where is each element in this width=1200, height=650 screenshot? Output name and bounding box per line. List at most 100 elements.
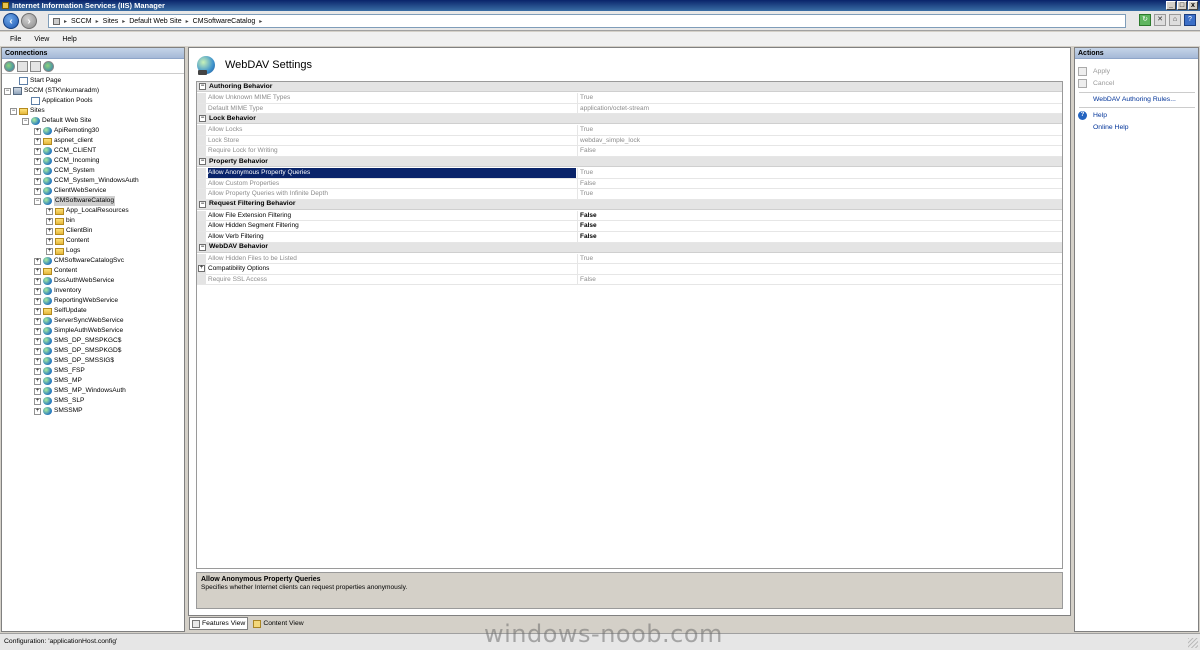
grid-row[interactable]: Allow Custom Properties False [197, 178, 1062, 190]
expand-icon[interactable]: + [34, 187, 41, 195]
expand-icon[interactable]: + [34, 347, 41, 355]
expand-icon[interactable]: + [46, 227, 53, 235]
menu-file[interactable]: File [10, 36, 21, 43]
tree-node[interactable]: + SelfUpdate [34, 306, 87, 316]
breadcrumb-default-web-site[interactable]: Default Web Site [129, 18, 181, 25]
property-value[interactable]: True [577, 168, 1062, 178]
tree-node[interactable]: + ApiRemoting30 [34, 126, 99, 136]
tree-node[interactable]: + DssAuthWebService [34, 276, 114, 286]
minimize-button[interactable]: _ [1166, 1, 1176, 10]
tree-node[interactable]: Application Pools [22, 96, 93, 106]
grid-category[interactable]: − Authoring Behavior [197, 82, 1062, 92]
grid-row[interactable]: Lock Store webdav_simple_lock [197, 135, 1062, 147]
expand-icon[interactable]: + [34, 367, 41, 375]
back-arrow-icon[interactable]: ‹ [3, 13, 19, 29]
expand-icon[interactable]: + [34, 147, 41, 155]
menu-view[interactable]: View [34, 36, 49, 43]
webdav-authoring-rules-link[interactable]: WebDAV Authoring Rules... [1093, 94, 1176, 105]
tree-node[interactable]: + bin [46, 216, 75, 226]
collapse-icon[interactable]: − [10, 107, 17, 115]
close-button[interactable]: x [1188, 1, 1198, 10]
expand-icon[interactable]: + [34, 177, 41, 185]
online-help-link[interactable]: Online Help [1093, 122, 1129, 133]
expand-icon[interactable]: + [46, 237, 53, 245]
expand-icon[interactable]: + [34, 357, 41, 365]
tree-node[interactable]: + ReportingWebService [34, 296, 118, 306]
menu-help[interactable]: Help [62, 36, 76, 43]
expand-icon[interactable]: + [34, 127, 41, 135]
save-icon[interactable] [17, 60, 28, 72]
expand-icon[interactable]: + [34, 267, 41, 275]
collapse-icon[interactable]: − [199, 83, 206, 90]
property-value[interactable]: False [577, 210, 1062, 221]
help-action[interactable]: ? Help [1078, 110, 1107, 121]
expand-icon[interactable]: + [46, 217, 53, 225]
grid-row[interactable]: Allow Verb Filtering False [197, 232, 1062, 243]
breadcrumb-sites[interactable]: Sites [103, 18, 119, 25]
expand-icon[interactable]: + [46, 207, 53, 215]
expand-icon[interactable]: + [34, 277, 41, 285]
expand-icon[interactable]: + [34, 397, 41, 405]
property-value[interactable]: webdav_simple_lock [577, 135, 1062, 146]
property-value[interactable]: False [577, 178, 1062, 189]
property-value[interactable]: True [577, 253, 1062, 264]
tree-node[interactable]: + aspnet_client [34, 136, 93, 146]
property-value[interactable]: application/octet-stream [577, 103, 1062, 114]
collapse-icon[interactable]: − [199, 200, 206, 208]
tree-node[interactable]: + CCM_Incoming [34, 156, 99, 166]
tree-node[interactable]: + ClientWebService [34, 186, 106, 196]
tree-node[interactable]: + CCM_System_WindowsAuth [34, 176, 139, 186]
refresh-icon[interactable]: ↻ [1139, 14, 1151, 26]
tree-node[interactable]: + SimpleAuthWebService [34, 326, 123, 336]
tree-node[interactable]: + SMSSMP [34, 406, 83, 416]
property-value[interactable] [577, 264, 1062, 274]
property-value[interactable]: True [577, 93, 1062, 103]
tab-content-view[interactable]: Content View [250, 617, 306, 630]
tree-node[interactable]: + SMS_DP_SMSPKGC$ [34, 336, 121, 346]
tree-node[interactable]: + CCM_System [34, 166, 95, 176]
resize-grip[interactable] [1188, 638, 1198, 648]
grid-row[interactable]: Allow Unknown MIME Types True [197, 93, 1062, 104]
tree-node[interactable]: + Content [46, 236, 89, 246]
expand-icon[interactable]: + [198, 265, 205, 273]
tree-node[interactable]: − CMSoftwareCatalog [34, 196, 116, 206]
collapse-icon[interactable]: − [4, 87, 11, 95]
expand-icon[interactable]: + [34, 307, 41, 315]
tree-node[interactable]: − Sites [10, 106, 45, 116]
tree-node[interactable]: + CMSoftwareCatalogSvc [34, 256, 124, 266]
grid-row[interactable]: Default MIME Type application/octet-strea… [197, 103, 1062, 115]
folder-icon[interactable] [30, 60, 41, 72]
disconnect-icon[interactable] [43, 60, 54, 72]
grid-category[interactable]: − Property Behavior [197, 157, 1062, 167]
collapse-icon[interactable]: − [34, 197, 41, 205]
expand-icon[interactable]: + [34, 377, 41, 385]
grid-category[interactable]: − Lock Behavior [197, 114, 1062, 125]
grid-row[interactable]: Require SSL Access False [197, 274, 1062, 286]
tree-node[interactable]: + SMS_MP_WindowsAuth [34, 386, 126, 396]
tree-node[interactable]: + SMS_SLP [34, 396, 84, 406]
forward-arrow-icon[interactable]: › [21, 13, 37, 29]
property-value[interactable]: False [577, 146, 1062, 156]
apply-action[interactable]: Apply [1078, 66, 1110, 77]
tree-node[interactable]: + ServerSyncWebService [34, 316, 124, 326]
stop-icon[interactable]: ✕ [1154, 14, 1166, 26]
cancel-action[interactable]: Cancel [1078, 78, 1114, 89]
expand-icon[interactable]: + [34, 317, 41, 325]
breadcrumb[interactable]: ▸ SCCM ▸ Sites ▸ Default Web Site ▸ CMSo… [48, 14, 1126, 28]
expand-icon[interactable]: + [34, 157, 41, 165]
tree-node[interactable]: − SCCM (STK\nkumaradm) [4, 86, 99, 96]
property-value[interactable]: True [577, 189, 1062, 199]
connect-globe-icon[interactable] [4, 60, 15, 72]
grid-row[interactable]: Allow File Extension Filtering False [197, 210, 1062, 222]
help-icon[interactable]: ? [1184, 14, 1196, 26]
property-value[interactable]: False [577, 221, 1062, 231]
maximize-button[interactable]: □ [1177, 1, 1187, 10]
property-value[interactable]: True [577, 125, 1062, 135]
tree-node[interactable]: Start Page [10, 76, 61, 86]
expand-icon[interactable]: + [34, 407, 41, 415]
tree-node[interactable]: + Logs [46, 246, 80, 256]
collapse-icon[interactable]: − [199, 115, 206, 123]
property-value[interactable]: False [577, 274, 1062, 285]
collapse-icon[interactable]: − [199, 158, 206, 165]
collapse-icon[interactable]: − [22, 117, 29, 125]
